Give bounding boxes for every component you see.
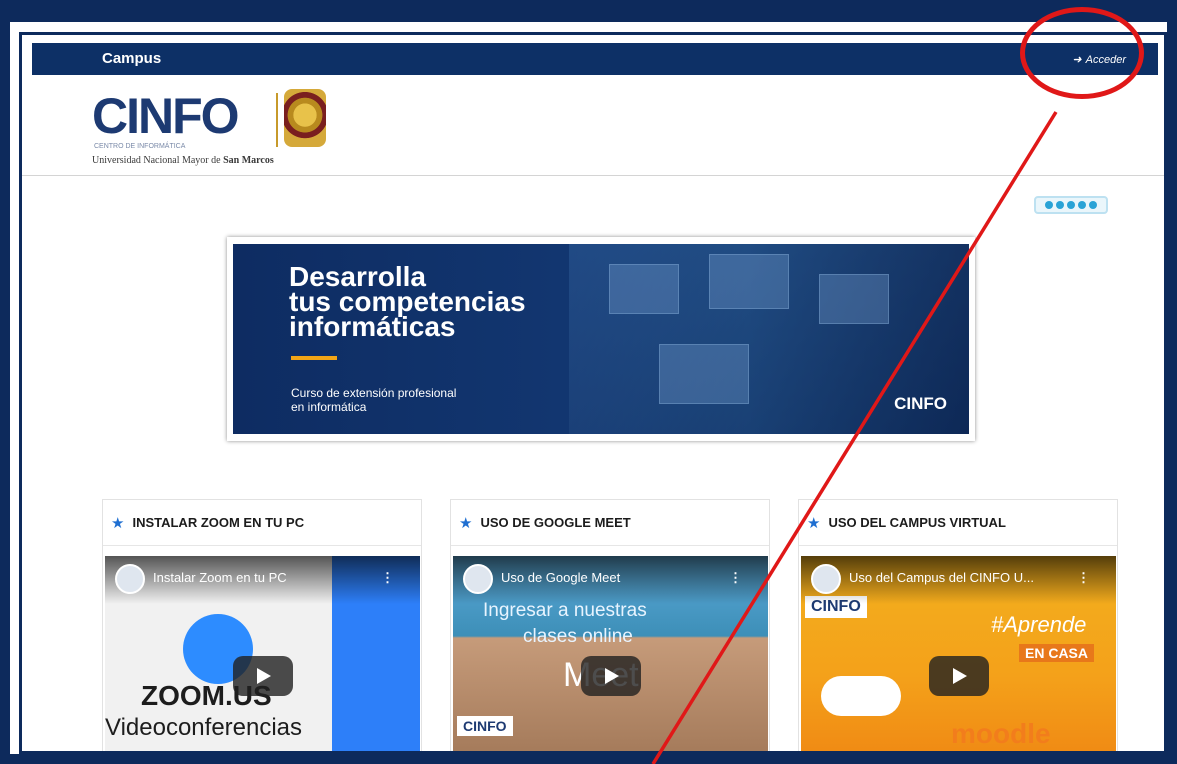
card-title: USO DEL CAMPUS VIRTUAL <box>828 515 1006 530</box>
video-title[interactable]: Uso del Campus del CINFO U... <box>849 570 1034 585</box>
star-icon: ★ <box>459 514 473 532</box>
card-header: ★ USO DEL CAMPUS VIRTUAL <box>799 500 1117 546</box>
site-header: CINFO CENTRO DE INFORMÁTICA Universidad … <box>22 75 1164 176</box>
carousel-dot[interactable] <box>1078 201 1086 209</box>
video-player[interactable]: CINFO #Aprende EN CASA moodle Uso del Ca… <box>801 556 1116 751</box>
banner-subtitle: Curso de extensión profesional en inform… <box>291 386 457 414</box>
play-button[interactable] <box>580 656 641 696</box>
video-card-zoom: ★ INSTALAR ZOOM EN TU PC ZOOM.US Videoco… <box>102 499 422 751</box>
cinfo-logo[interactable]: CINFO CENTRO DE INFORMÁTICA Universidad … <box>92 83 372 175</box>
video-caption: EN CASA <box>1019 644 1095 662</box>
video-player[interactable]: Ingresar a nuestras clases online Meet C… <box>453 556 768 751</box>
monitor-shape <box>609 264 679 314</box>
video-title[interactable]: Uso de Google Meet <box>501 570 620 585</box>
carousel-dot[interactable] <box>1056 201 1064 209</box>
card-header: ★ INSTALAR ZOOM EN TU PC <box>103 500 421 546</box>
banner-slide[interactable]: Desarrolla tus competencias informáticas… <box>227 237 975 441</box>
banner-logo: CINFO <box>894 394 947 413</box>
more-options-icon[interactable]: ⋮ <box>729 570 742 586</box>
logo-wordmark: CINFO <box>92 88 240 144</box>
carousel-dot[interactable] <box>1045 201 1053 209</box>
more-options-icon[interactable]: ⋮ <box>1077 570 1090 586</box>
channel-avatar[interactable] <box>115 564 145 594</box>
banner-image: Desarrolla tus competencias informáticas… <box>233 244 969 434</box>
card-header: ★ USO DE GOOGLE MEET <box>451 500 769 546</box>
video-caption: moodle <box>951 718 1051 749</box>
cloud-shape <box>821 676 901 716</box>
login-icon: ➜ <box>1072 54 1082 66</box>
monitor-shape <box>709 254 789 309</box>
logo-subtitle: CENTRO DE INFORMÁTICA <box>94 143 186 150</box>
banner-title: Desarrolla tus competencias informáticas <box>289 261 526 342</box>
video-logo: CINFO <box>457 716 513 736</box>
banner-accent-bar <box>291 356 337 360</box>
video-caption: Videoconferencias <box>105 714 303 741</box>
video-title[interactable]: Instalar Zoom en tu PC <box>153 570 287 585</box>
channel-avatar[interactable] <box>811 564 841 594</box>
video-card-meet: ★ USO DE GOOGLE MEET Ingresar a nuestras… <box>450 499 770 751</box>
carousel-indicator[interactable] <box>1034 196 1108 214</box>
carousel-dot[interactable] <box>1067 201 1075 209</box>
login-link[interactable]: ➜ Acceder <box>1072 53 1126 67</box>
university-name: Universidad Nacional Mayor de San Marcos <box>92 155 274 166</box>
card-title: USO DE GOOGLE MEET <box>480 515 631 530</box>
star-icon: ★ <box>807 514 821 532</box>
video-player[interactable]: ZOOM.US Videoconferencias Instalar Zoom … <box>105 556 420 751</box>
card-title: INSTALAR ZOOM EN TU PC <box>132 515 305 530</box>
logo-divider <box>276 93 278 147</box>
monitor-shape <box>659 344 749 404</box>
video-caption: #Aprende <box>991 612 1087 637</box>
university-seal-icon <box>284 89 326 147</box>
video-caption: clases online <box>523 626 633 647</box>
carousel-dot[interactable] <box>1089 201 1097 209</box>
play-button[interactable] <box>232 656 293 696</box>
campus-page: Campus ➜ Acceder CINFO CENTRO DE INFORMÁ… <box>19 32 1167 754</box>
nav-brand[interactable]: Campus <box>102 50 161 67</box>
video-card-campus: ★ USO DEL CAMPUS VIRTUAL CINFO #Aprende … <box>798 499 1118 751</box>
top-navbar: Campus ➜ Acceder <box>32 43 1158 75</box>
channel-avatar[interactable] <box>463 564 493 594</box>
play-button[interactable] <box>928 656 989 696</box>
monitor-shape <box>819 274 889 324</box>
login-label: Acceder <box>1085 53 1126 66</box>
star-icon: ★ <box>111 514 125 532</box>
more-options-icon[interactable]: ⋮ <box>381 570 394 586</box>
